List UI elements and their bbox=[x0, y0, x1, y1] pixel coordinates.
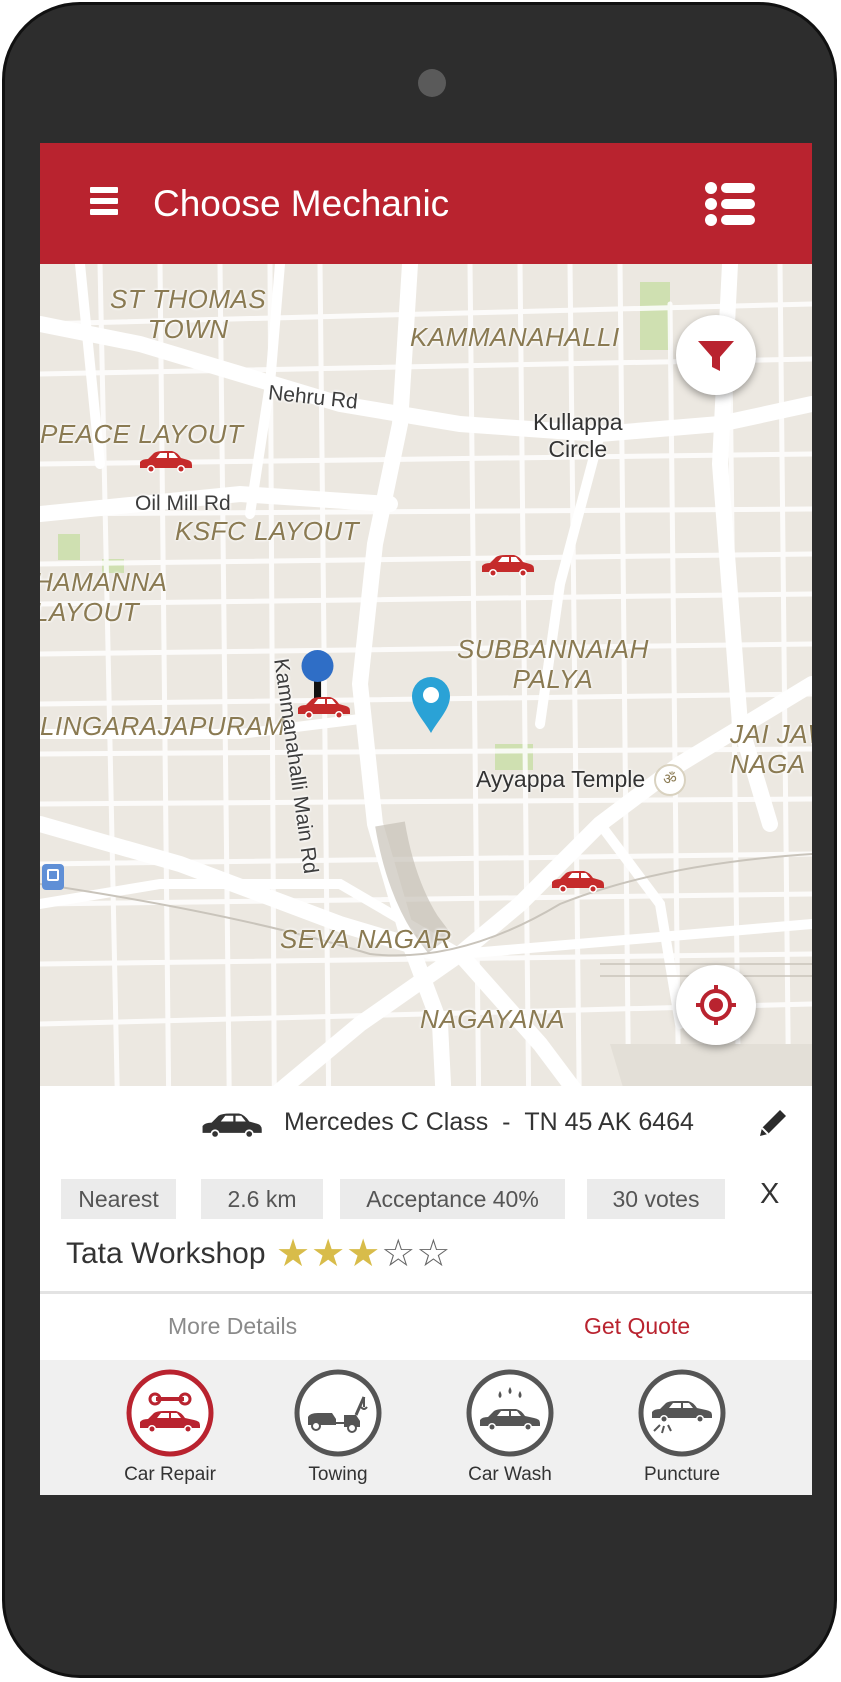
star-rating: ★★★☆☆ bbox=[276, 1233, 451, 1275]
bus-stop-icon bbox=[42, 864, 64, 890]
filter-button[interactable] bbox=[676, 315, 756, 395]
service-label: Towing bbox=[308, 1464, 368, 1485]
area-label-part: TOWN bbox=[147, 314, 229, 344]
tow-truck-icon bbox=[294, 1369, 382, 1457]
nearest-chip: Nearest bbox=[61, 1179, 176, 1219]
service-label: Car Wash bbox=[468, 1464, 552, 1485]
service-towing[interactable]: Towing bbox=[263, 1369, 413, 1489]
page-title: Choose Mechanic bbox=[153, 183, 450, 224]
app-screen: Choose Mechanic ST THOMAS TOWN KAMMANAHA… bbox=[40, 143, 812, 1495]
service-car-wash[interactable]: Car Wash bbox=[435, 1369, 585, 1489]
area-label: LINGARAJAPURAM bbox=[40, 711, 286, 741]
my-location-crosshair-icon bbox=[696, 985, 736, 1025]
vehicle-separator: - bbox=[502, 1108, 511, 1136]
service-bar: Car Repair Towing Car Wash Puncture bbox=[40, 1360, 812, 1495]
star-filled-icon: ★ bbox=[311, 1233, 346, 1275]
area-label: HAMANNA LAYOUT bbox=[40, 567, 168, 627]
area-label: ST THOMAS TOWN bbox=[110, 284, 267, 344]
car-icon bbox=[202, 1113, 262, 1139]
area-label: SUBBANNAIAH PALYA bbox=[457, 634, 649, 694]
acceptance-chip: Acceptance 40% bbox=[340, 1179, 565, 1219]
temple-icon: ॐ bbox=[654, 764, 686, 796]
mechanic-car-marker-icon[interactable] bbox=[548, 870, 606, 894]
user-location-pin-icon bbox=[412, 677, 450, 733]
mechanic-card: Nearest 2.6 km Acceptance 40% 30 votes X… bbox=[40, 1164, 812, 1294]
selected-mechanic-pin-icon[interactable] bbox=[292, 649, 356, 723]
mechanic-car-marker-icon[interactable] bbox=[136, 450, 194, 474]
distance-chip: 2.6 km bbox=[201, 1179, 323, 1219]
star-empty-icon: ☆ bbox=[381, 1233, 416, 1275]
star-filled-icon: ★ bbox=[276, 1233, 311, 1275]
get-quote-button[interactable]: Get Quote bbox=[584, 1313, 690, 1340]
car-repair-icon bbox=[126, 1369, 214, 1457]
puncture-icon bbox=[638, 1369, 726, 1457]
app-bar: Choose Mechanic bbox=[40, 143, 812, 264]
star-empty-icon: ☆ bbox=[416, 1233, 451, 1275]
vehicle-summary: Mercedes C Class - TN 45 AK 6464 bbox=[284, 1108, 694, 1137]
filter-funnel-icon bbox=[698, 341, 734, 371]
vehicle-name: Mercedes C Class bbox=[284, 1108, 489, 1136]
more-details-button[interactable]: More Details bbox=[168, 1313, 297, 1340]
area-label: KSFC LAYOUT bbox=[175, 516, 360, 546]
area-label: PEACE LAYOUT bbox=[40, 419, 244, 449]
card-actions: More Details Get Quote bbox=[40, 1294, 812, 1360]
phone-frame: Choose Mechanic ST THOMAS TOWN KAMMANAHA… bbox=[2, 2, 837, 1678]
service-label: Puncture bbox=[643, 1464, 721, 1485]
poi-label: Ayyappa Temple bbox=[476, 766, 646, 792]
area-label: KAMMANAHALLI bbox=[410, 322, 620, 352]
service-puncture[interactable]: Puncture bbox=[607, 1369, 757, 1489]
pencil-edit-icon[interactable] bbox=[756, 1106, 790, 1140]
area-label: SEVA NAGAR bbox=[280, 924, 452, 954]
front-camera bbox=[418, 69, 446, 97]
area-label: JAI JAWNAGA bbox=[730, 719, 812, 779]
poi-label: Kullappa Circle bbox=[533, 409, 623, 462]
map-view[interactable]: ST THOMAS TOWN KAMMANAHALLI PEACE LAYOUT … bbox=[40, 264, 812, 1224]
star-filled-icon: ★ bbox=[346, 1233, 381, 1275]
vehicle-selector[interactable]: Mercedes C Class - TN 45 AK 6464 bbox=[40, 1086, 812, 1166]
service-car-repair[interactable]: Car Repair bbox=[95, 1369, 245, 1489]
area-label: NAGAYANA bbox=[420, 1004, 566, 1034]
mechanic-car-marker-icon[interactable] bbox=[478, 554, 536, 578]
close-button[interactable]: X bbox=[760, 1178, 779, 1211]
service-label: Car Repair bbox=[124, 1464, 216, 1485]
vehicle-plate: TN 45 AK 6464 bbox=[524, 1108, 694, 1136]
map-roads bbox=[40, 264, 812, 1224]
votes-chip: 30 votes bbox=[587, 1179, 725, 1219]
list-view-icon[interactable] bbox=[705, 181, 757, 227]
hamburger-menu-icon[interactable] bbox=[90, 187, 120, 217]
locate-me-button[interactable] bbox=[676, 965, 756, 1045]
workshop-name: Tata Workshop bbox=[66, 1237, 266, 1270]
car-wash-icon bbox=[466, 1369, 554, 1457]
road-label: Oil Mill Rd bbox=[135, 492, 231, 515]
